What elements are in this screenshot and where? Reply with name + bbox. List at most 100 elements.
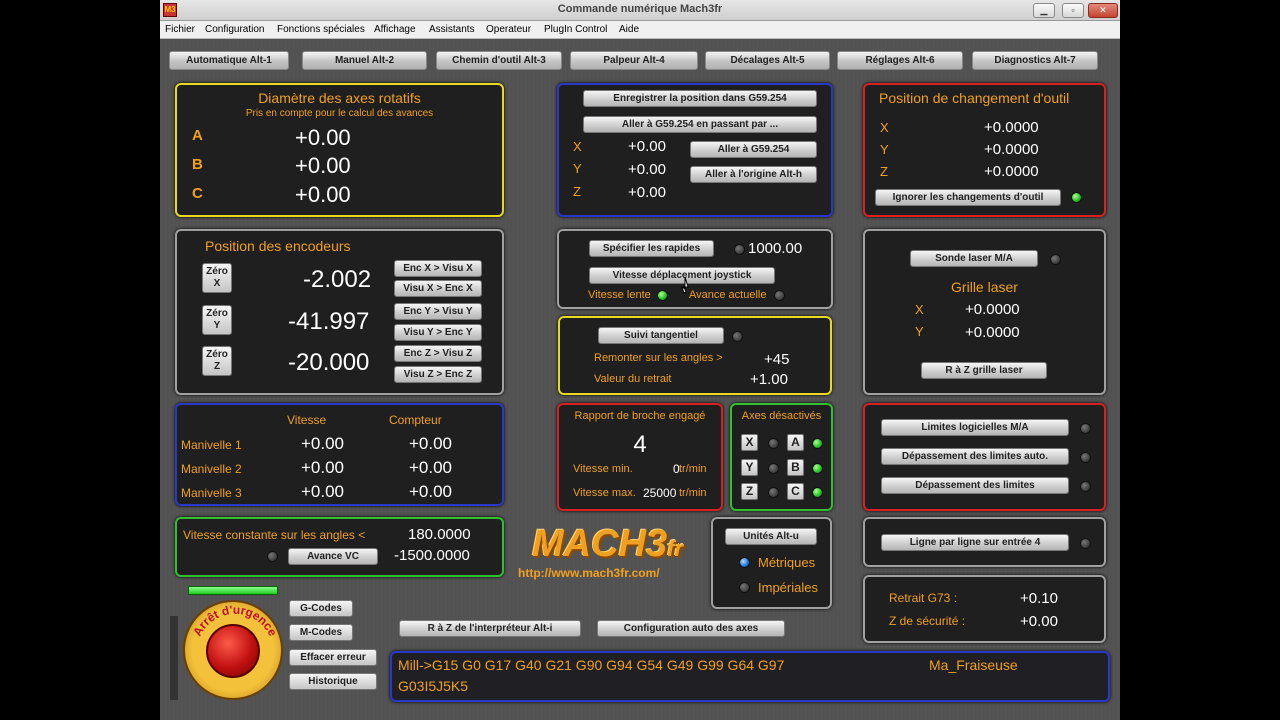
menu-configuration[interactable]: Configuration [205, 24, 264, 35]
menu-plugin-control[interactable]: PlugIn Control [544, 24, 607, 35]
zero-z-button[interactable]: Zéro Z [202, 346, 232, 376]
set-rapids-button[interactable]: Spécifier les rapides [589, 240, 714, 257]
encoder-title: Position des encodeurs [205, 238, 351, 254]
modal-status-panel: Mill->G15 G0 G17 G40 G21 G90 G94 G54 G49… [390, 651, 1110, 702]
disabled-axes-panel: Axes désactivés X A Y B Z C [730, 403, 833, 511]
ignore-tool-change-button[interactable]: Ignorer les changements d'outil [875, 189, 1061, 206]
disable-b-button[interactable]: B [787, 459, 804, 476]
handwheel-1-count: +0.00 [409, 434, 453, 453]
logo-url[interactable]: http://www.mach3fr.com/ [518, 566, 660, 580]
estop-button[interactable]: Arrêt d'urgence [183, 600, 283, 700]
tangent-follow-button[interactable]: Suivi tangentiel [598, 327, 724, 344]
disable-c-button[interactable]: C [787, 483, 804, 500]
cv-angle-value[interactable]: 180.0000 [408, 526, 471, 543]
visu-z-to-enc-button[interactable]: Visu Z > Enc Z [394, 366, 482, 383]
disable-b-led [812, 463, 823, 474]
zero-y-button[interactable]: Zéro Y [202, 305, 232, 335]
auto-axis-config-button[interactable]: Configuration auto des axes [597, 620, 785, 637]
units-toggle-button[interactable]: Unités Alt-u [725, 528, 817, 545]
disable-x-button[interactable]: X [741, 434, 758, 451]
cv-feed-value[interactable]: -1500.0000 [394, 547, 470, 564]
auto-limit-override-led [1080, 452, 1091, 463]
rapids-value[interactable]: 1000.00 [748, 240, 802, 257]
save-g59-button[interactable]: Enregistrer la position dans G59.254 [583, 90, 817, 107]
spindle-pulley-value[interactable]: 4 [559, 431, 721, 459]
spindle-title: Rapport de broche engagé [574, 410, 706, 422]
soft-limits-button[interactable]: Limites logicielles M/A [881, 419, 1069, 436]
axis-c-diameter[interactable]: +0.00 [295, 182, 351, 208]
disable-z-button[interactable]: Z [741, 483, 758, 500]
disable-y-led [768, 463, 779, 474]
reset-interpreter-button[interactable]: R à Z de l'interpréteur Alt-i [399, 620, 581, 637]
goto-g59-via-button[interactable]: Aller à G59.254 en passant par ... [583, 116, 817, 133]
close-button[interactable]: ✕ [1088, 3, 1118, 18]
title-bar: M3 Commande numérique Mach3fr ▁ ▫ ✕ [160, 0, 1120, 21]
menu-assistants[interactable]: Assistants [429, 24, 475, 35]
zero-x-button[interactable]: Zéro X [202, 263, 232, 293]
handwheel-3-speed: +0.00 [301, 482, 345, 501]
enc-y-to-visu-button[interactable]: Enc Y > Visu Y [394, 303, 482, 320]
handwheel-panel: Vitesse Compteur Manivelle 1 +0.00 +0.00… [175, 403, 504, 506]
tool-y-label: Y [880, 142, 889, 157]
tab-decalages[interactable]: Décalages Alt-5 [705, 51, 830, 70]
limit-override-button[interactable]: Dépassement des limites [881, 477, 1069, 494]
menu-operateur[interactable]: Operateur [486, 24, 531, 35]
imperial-label: Impériales [758, 580, 818, 595]
handwheel-1-label: Manivelle 1 [181, 438, 242, 452]
tab-diagnostics[interactable]: Diagnostics Alt-7 [972, 51, 1098, 70]
tool-change-panel: Position de changement d'outil X +0.0000… [863, 83, 1106, 217]
rotary-title: Diamètre des axes rotatifs [258, 90, 421, 106]
tab-reglages[interactable]: Réglages Alt-6 [837, 51, 963, 70]
visu-x-to-enc-button[interactable]: Visu X > Enc X [394, 280, 482, 297]
reset-laser-grid-button[interactable]: R à Z grille laser [921, 362, 1047, 379]
menu-fonctions-speciales[interactable]: Fonctions spéciales [277, 24, 365, 35]
goto-origin-button[interactable]: Aller à l'origine Alt-h [690, 166, 817, 183]
menu-aide[interactable]: Aide [619, 24, 639, 35]
tab-palpeur[interactable]: Palpeur Alt-4 [570, 51, 698, 70]
lift-angle-value[interactable]: +45 [764, 351, 789, 368]
axis-b-diameter[interactable]: +0.00 [295, 153, 351, 179]
disable-y-button[interactable]: Y [741, 459, 758, 476]
gcodes-button[interactable]: G-Codes [289, 600, 353, 617]
handwheel-2-speed: +0.00 [301, 458, 345, 477]
maximize-button[interactable]: ▫ [1062, 3, 1084, 18]
enc-z-to-visu-button[interactable]: Enc Z > Visu Z [394, 345, 482, 362]
clear-error-button[interactable]: Effacer erreur [289, 649, 377, 666]
retract-value-label: Valeur du retrait [594, 373, 672, 385]
visu-y-to-enc-button[interactable]: Visu Y > Enc Y [394, 324, 482, 341]
avance-vc-button[interactable]: Avance VC [288, 548, 378, 565]
spindle-max-unit: tr/min [679, 487, 707, 499]
laser-x-label: X [915, 302, 924, 317]
menu-fichier[interactable]: Fichier [165, 24, 195, 35]
axis-c-label: C [192, 185, 203, 202]
laser-x-value: +0.0000 [965, 301, 1020, 318]
tab-chemin-outil[interactable]: Chemin d'outil Alt-3 [436, 51, 562, 70]
disable-a-button[interactable]: A [787, 434, 804, 451]
axis-a-diameter[interactable]: +0.00 [295, 125, 351, 151]
mcodes-button[interactable]: M-Codes [289, 624, 353, 641]
tool-y-value[interactable]: +0.0000 [984, 141, 1039, 158]
svg-text:Arrêt d'urgence: Arrêt d'urgence [190, 603, 280, 639]
history-button[interactable]: Historique [289, 673, 377, 690]
metric-led [739, 557, 750, 568]
current-feed-label: Avance actuelle [689, 289, 767, 301]
goto-g59-button[interactable]: Aller à G59.254 [690, 141, 817, 158]
tool-x-value[interactable]: +0.0000 [984, 119, 1039, 136]
tab-automatique[interactable]: Automatique Alt-1 [169, 51, 289, 70]
minimize-button[interactable]: ▁ [1033, 3, 1055, 18]
enc-x-to-visu-button[interactable]: Enc X > Visu X [394, 260, 482, 277]
menu-affichage[interactable]: Affichage [374, 24, 416, 35]
g73-retract-value[interactable]: +0.10 [1020, 590, 1058, 607]
line-by-line-panel: Ligne par ligne sur entrée 4 [863, 517, 1106, 567]
tool-z-value[interactable]: +0.0000 [984, 163, 1039, 180]
tab-manuel[interactable]: Manuel Alt-2 [302, 51, 427, 70]
retract-value[interactable]: +1.00 [750, 371, 788, 388]
auto-limit-override-button[interactable]: Dépassement des limites auto. [881, 448, 1069, 465]
g59-x-label: X [573, 139, 582, 154]
safe-z-value[interactable]: +0.00 [1020, 613, 1058, 630]
current-feed-led [774, 290, 785, 301]
line-by-line-button[interactable]: Ligne par ligne sur entrée 4 [881, 534, 1069, 551]
laser-probe-toggle-button[interactable]: Sonde laser M/A [910, 250, 1038, 267]
axis-b-label: B [192, 156, 203, 173]
limit-override-led [1080, 481, 1091, 492]
